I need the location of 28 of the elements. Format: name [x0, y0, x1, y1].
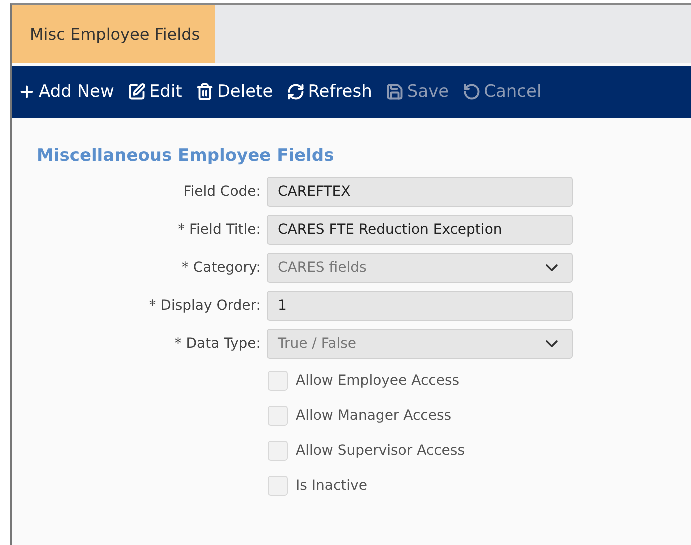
field-label: * Category:: [180, 260, 262, 276]
checkbox[interactable]: [268, 476, 288, 496]
checkbox-label: Is Inactive: [296, 478, 368, 494]
checkbox[interactable]: [268, 371, 288, 391]
field-label: * Display Order:: [148, 298, 262, 314]
section-title: Miscellaneous Employee Fields: [37, 146, 336, 166]
refresh-icon: [287, 83, 306, 101]
add-button[interactable]: Add New: [18, 82, 114, 102]
field-label: * Data Type:: [174, 336, 262, 352]
field-label: * Field Title:: [177, 222, 262, 238]
edit-button[interactable]: Edit: [128, 82, 182, 102]
trash-icon: [196, 83, 214, 101]
field-label: Field Code:: [182, 184, 262, 200]
input-field[interactable]: CARES FTE Reduction Exception: [267, 215, 573, 245]
checkbox[interactable]: [268, 406, 288, 426]
undo-icon: [463, 83, 482, 101]
tab[interactable]: Misc Employee Fields: [12, 5, 216, 63]
checkbox-label: Allow Supervisor Access: [296, 443, 466, 459]
edit-icon: [128, 83, 146, 101]
delete-button[interactable]: Delete: [196, 82, 274, 102]
plus-icon: [18, 83, 36, 101]
refresh-button[interactable]: Refresh: [287, 82, 372, 102]
input-field[interactable]: CAREFTEX: [267, 177, 573, 207]
input-field[interactable]: 1: [267, 291, 573, 321]
checkbox[interactable]: [268, 441, 288, 461]
checkbox-label: Allow Employee Access: [296, 373, 460, 389]
checkbox-label: Allow Manager Access: [296, 408, 452, 424]
save-icon: [386, 83, 404, 101]
